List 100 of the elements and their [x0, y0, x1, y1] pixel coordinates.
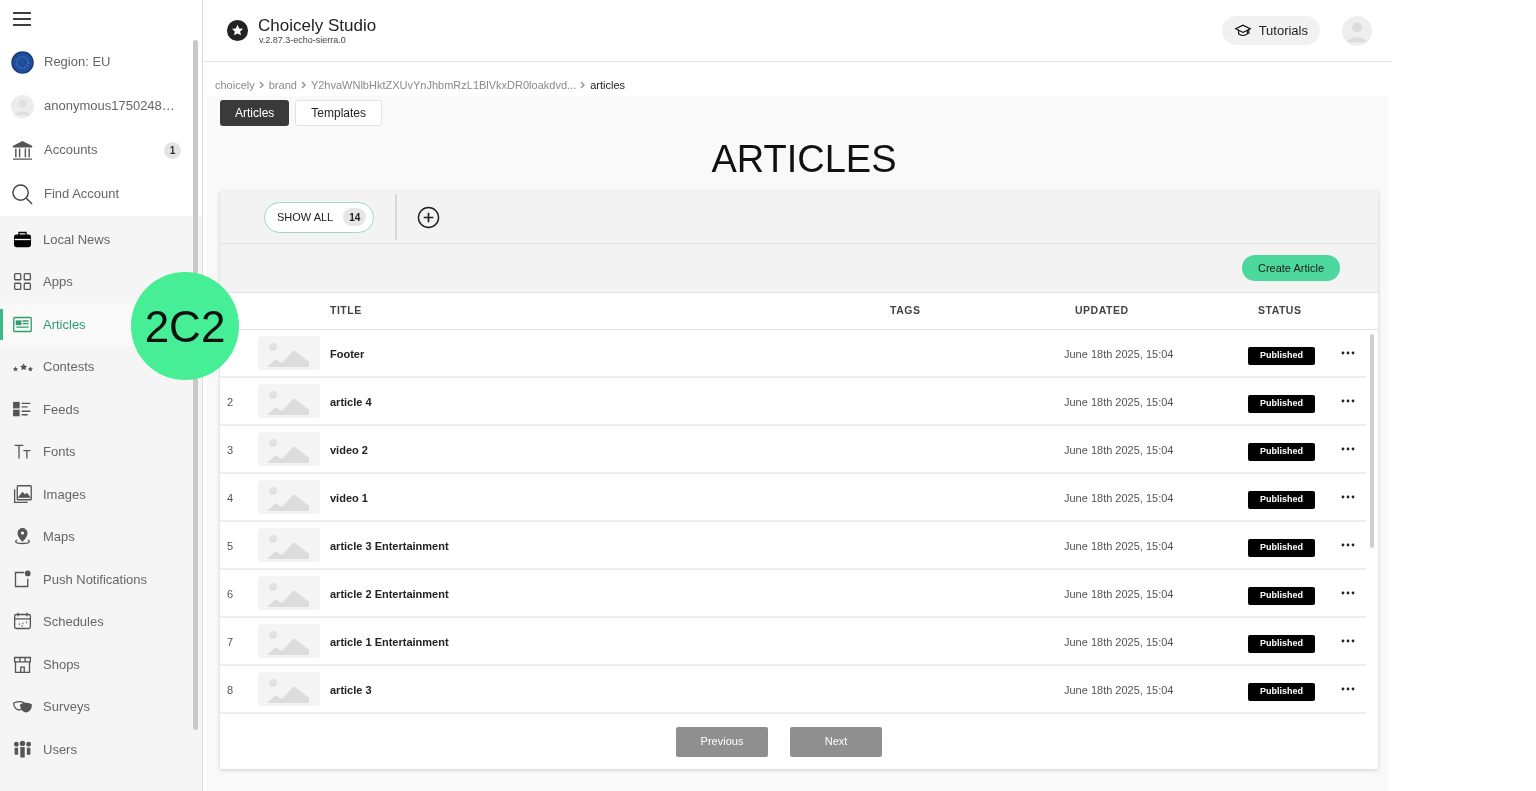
status-badge: Published	[1248, 635, 1315, 653]
tab[interactable]: Articles	[220, 100, 290, 126]
row-number: 3	[227, 444, 234, 456]
updated-date: June 18th 2025, 15:04	[1064, 492, 1174, 504]
more-icon	[1341, 351, 1355, 355]
tab[interactable]: Templates	[295, 100, 383, 126]
status-badge: Published	[1248, 395, 1315, 413]
article-title[interactable]: article 3 Entertainment	[330, 540, 449, 552]
grid-icon	[12, 271, 33, 293]
filter-chip[interactable]: SHOW ALL 14	[264, 201, 375, 233]
app-title: Choicely Studio	[258, 15, 377, 35]
status-badge: Published	[1248, 491, 1315, 509]
create-article-button[interactable]: Create Article	[1241, 255, 1340, 281]
article-title[interactable]: article 4	[330, 396, 372, 408]
updated-date: June 18th 2025, 15:04	[1064, 684, 1174, 696]
plus-icon	[417, 205, 441, 229]
nav-item[interactable]: Fonts	[0, 430, 80, 473]
add-button[interactable]	[417, 205, 441, 229]
row-number: 6	[227, 588, 234, 600]
nav-item[interactable]: Local News	[0, 218, 115, 261]
updated-date: June 18th 2025, 15:04	[1064, 588, 1174, 600]
sidebar-label: anonymous1750248…	[44, 97, 176, 116]
version-text: v.2.87.3-echo-sierra.0	[259, 34, 347, 46]
more-icon	[1341, 447, 1355, 451]
sidebar-item[interactable]: Region: EU	[0, 40, 191, 84]
updated-date: June 18th 2025, 15:04	[1064, 636, 1174, 648]
nav-item[interactable]: Images	[0, 473, 90, 516]
updated-date: June 18th 2025, 15:04	[1064, 348, 1174, 360]
count-badge: 1	[164, 141, 181, 159]
sidebar-item[interactable]: Accounts 1	[0, 128, 191, 172]
page-title: ARTICLES	[711, 139, 897, 178]
more-icon	[1341, 591, 1355, 595]
more-icon	[1341, 543, 1355, 547]
more-icon	[1341, 687, 1355, 691]
status-badge: Published	[1248, 683, 1315, 701]
row-number: 7	[227, 636, 234, 648]
article-title[interactable]: article 3	[330, 684, 372, 696]
chevron-right-icon	[258, 81, 265, 89]
article-title[interactable]: video 2	[330, 444, 368, 456]
globe-icon	[11, 50, 34, 74]
image-placeholder-icon	[258, 672, 320, 706]
more-icon	[1341, 639, 1355, 643]
image-placeholder-icon	[258, 336, 320, 370]
image-placeholder-icon	[258, 576, 320, 610]
sidebar-item[interactable]: anonymous1750248…	[0, 84, 191, 128]
nav-item[interactable]: Surveys	[0, 685, 94, 728]
column-header: STATUS	[1258, 304, 1302, 317]
column-header: TAGS	[890, 304, 921, 317]
sidebar-label: Find Account	[44, 185, 121, 204]
nav-item[interactable]: Contests	[0, 345, 99, 388]
avatar-icon	[11, 94, 34, 118]
count-badge: 14	[343, 208, 367, 226]
status-badge: Published	[1248, 443, 1315, 461]
image-placeholder-icon	[258, 624, 320, 658]
row-number: 5	[227, 540, 234, 552]
article-title[interactable]: video 1	[330, 492, 368, 504]
updated-date: June 18th 2025, 15:04	[1064, 540, 1174, 552]
row-number: 8	[227, 684, 234, 696]
breadcrumb-link[interactable]: articles	[590, 76, 626, 94]
graduation-cap-icon	[1233, 22, 1252, 39]
notification-icon	[12, 568, 33, 590]
image-placeholder-icon	[258, 480, 320, 514]
nav-item[interactable]: Feeds	[0, 388, 84, 431]
updated-date: June 18th 2025, 15:04	[1064, 396, 1174, 408]
image-placeholder-icon	[258, 432, 320, 466]
article-title[interactable]: Footer	[330, 348, 365, 360]
article-title[interactable]: article 1 Entertainment	[330, 636, 449, 648]
star-logo-icon	[226, 19, 249, 42]
row-number: 2	[227, 396, 234, 408]
image-placeholder-icon	[258, 384, 320, 418]
avatar-icon	[1342, 15, 1372, 46]
breadcrumb-link[interactable]: brand	[268, 76, 297, 94]
more-icon	[1341, 399, 1355, 403]
updated-date: June 18th 2025, 15:04	[1064, 444, 1174, 456]
images-icon	[12, 483, 33, 505]
column-header: TITLE	[330, 304, 362, 317]
chevron-right-icon	[300, 81, 307, 89]
tutorials-button[interactable]: Tutorials	[1221, 16, 1320, 45]
nav-item[interactable]: Schedules	[0, 600, 108, 643]
image-placeholder-icon	[258, 528, 320, 562]
chevron-right-icon	[580, 81, 587, 89]
breadcrumb-link[interactable]: Y2hvaWNlbHktZXUvYnJhbmRzL1BlVkxDR0loakdvd...	[310, 76, 577, 94]
status-badge: Published	[1248, 587, 1315, 605]
menu-button[interactable]	[12, 10, 32, 28]
nav-item[interactable]: Maps	[0, 515, 79, 558]
more-icon	[1341, 495, 1355, 499]
nav-item[interactable]: Shops	[0, 643, 84, 686]
article-title[interactable]: article 2 Entertainment	[330, 588, 449, 600]
sidebar-label: Accounts	[44, 141, 99, 160]
breadcrumb-link[interactable]: choicely	[215, 76, 255, 94]
sidebar-item[interactable]: Find Account	[0, 172, 191, 216]
row-number: 4	[227, 492, 234, 504]
menu-icon	[13, 11, 31, 27]
sidebar-label: Region: EU	[44, 53, 112, 72]
status-badge: Published	[1248, 347, 1315, 365]
bank-icon	[11, 139, 34, 161]
column-header: UPDATED	[1075, 304, 1129, 317]
nav-item[interactable]: Apps	[0, 260, 77, 303]
nav-item[interactable]: Users	[0, 728, 81, 771]
nav-item[interactable]: Push Notifications	[0, 558, 152, 601]
